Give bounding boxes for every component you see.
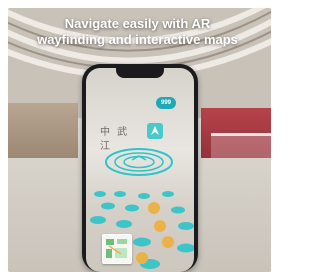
phone-mockup: 999 中 武 江 bbox=[82, 64, 198, 272]
headline: Navigate easily with AR wayfinding and i… bbox=[0, 16, 275, 48]
points-badge-label: 999 bbox=[161, 100, 172, 106]
points-badge[interactable]: 999 bbox=[156, 97, 177, 109]
coin-icon[interactable] bbox=[136, 202, 174, 264]
navigation-marker-icon[interactable] bbox=[146, 122, 164, 140]
phone-screen: 999 中 武 江 bbox=[86, 68, 194, 272]
ar-ring-icon[interactable] bbox=[104, 142, 174, 182]
headline-line-2: wayfinding and interactive maps bbox=[37, 32, 238, 47]
minimap-icon[interactable] bbox=[102, 234, 132, 264]
headline-line-1: Navigate easily with AR bbox=[64, 16, 211, 31]
phone-notch bbox=[116, 68, 164, 78]
